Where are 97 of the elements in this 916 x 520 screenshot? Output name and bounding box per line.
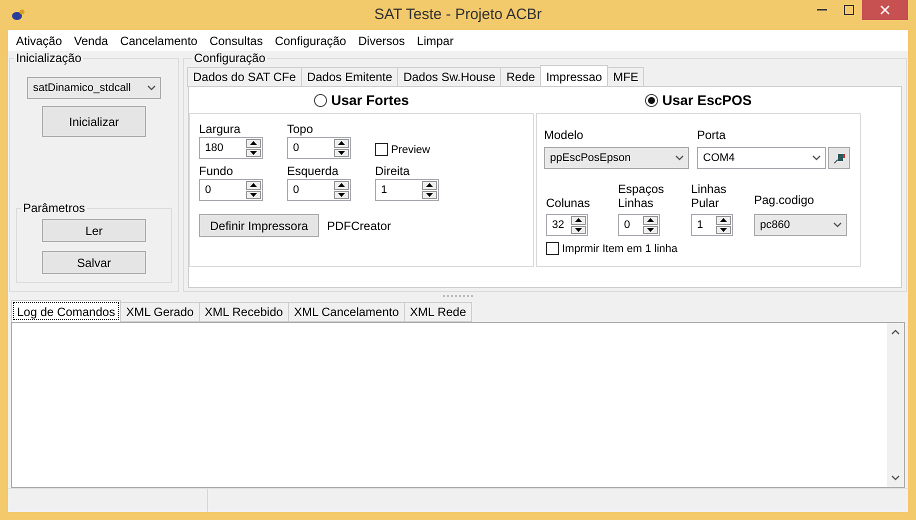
printer-name: PDFCreator: [327, 218, 392, 232]
field-label: Direita: [375, 164, 411, 178]
window-title: SAT Teste - Projeto ACBr: [374, 6, 542, 23]
spin-field[interactable]: 0: [618, 214, 660, 236]
model-dropdown[interactable]: ppEscPosEpson: [544, 147, 689, 169]
menu-item[interactable]: Ativação: [10, 34, 68, 48]
action-button[interactable]: Ler: [42, 219, 146, 242]
spin-field[interactable]: 32: [546, 214, 588, 236]
up-arrow-icon: [338, 141, 345, 146]
spin-down-button[interactable]: [571, 226, 586, 234]
port-settings-button[interactable]: [828, 147, 850, 169]
menu-item[interactable]: Venda: [68, 34, 114, 48]
spin-down-button[interactable]: [643, 226, 658, 234]
checkbox[interactable]: Preview: [375, 143, 465, 156]
spin-field[interactable]: 1: [375, 179, 439, 201]
up-arrow-icon: [250, 183, 257, 188]
up-arrow-icon: [426, 183, 433, 188]
group-title: Configuração: [193, 51, 266, 65]
tab[interactable]: Dados do SAT CFe: [187, 67, 302, 87]
down-arrow-icon: [647, 228, 654, 232]
plug-icon: [832, 151, 846, 165]
tab[interactable]: MFE: [607, 67, 644, 87]
spin-up-button[interactable]: [422, 181, 437, 190]
spin-up-button[interactable]: [246, 181, 261, 190]
field-label: Porta: [697, 128, 727, 142]
spin-down-button[interactable]: [334, 190, 349, 199]
spin-down-button[interactable]: [422, 190, 437, 199]
up-arrow-icon: [647, 218, 654, 222]
initialize-button[interactable]: Inicializar: [42, 106, 146, 137]
library-dropdown[interactable]: satDinamico_stdcall: [27, 77, 161, 99]
dropdown-caret-icon: [147, 85, 156, 91]
field-label: Modelo: [544, 128, 584, 142]
spin-field[interactable]: 1: [691, 214, 733, 236]
tab[interactable]: XML Gerado: [120, 302, 200, 322]
checkbox[interactable]: Imprmir Item em 1 linha: [546, 242, 678, 255]
action-button[interactable]: Salvar: [42, 251, 146, 274]
spin-up-button[interactable]: [643, 216, 658, 224]
spin-up-button[interactable]: [571, 216, 586, 224]
up-arrow-icon: [250, 141, 257, 146]
spin-up-button[interactable]: [716, 216, 731, 224]
field-label: Topo: [287, 122, 314, 136]
app-logo-icon: [11, 8, 25, 22]
down-arrow-icon: [250, 150, 257, 155]
dropdown-caret-icon: [812, 155, 821, 161]
close-icon: [880, 5, 890, 15]
field-label: Esquerda: [287, 164, 340, 178]
menu-item[interactable]: Diversos: [352, 34, 411, 48]
down-arrow-icon: [250, 192, 257, 197]
up-arrow-icon: [338, 183, 345, 188]
spin-down-button[interactable]: [246, 148, 261, 157]
field-label: Espaços Linhas: [618, 182, 666, 210]
tab[interactable]: Log de Comandos: [11, 300, 122, 322]
scroll-up-icon: [891, 329, 900, 335]
dropdown-caret-icon: [833, 222, 842, 228]
radio-button[interactable]: Usar EscPOS: [536, 87, 861, 113]
close-button[interactable]: [862, 0, 908, 20]
field-label: Largura: [199, 122, 242, 136]
down-arrow-icon: [338, 150, 345, 155]
menu-item[interactable]: Cancelamento: [114, 34, 204, 48]
spin-field[interactable]: 180: [199, 137, 263, 159]
scroll-down-icon: [891, 475, 900, 481]
spin-up-button[interactable]: [334, 139, 349, 148]
spin-down-button[interactable]: [334, 148, 349, 157]
down-arrow-icon: [338, 192, 345, 197]
define-printer-button[interactable]: Definir Impressora: [199, 214, 319, 237]
spin-field[interactable]: 0: [287, 179, 351, 201]
tab[interactable]: Impressao: [540, 65, 608, 87]
down-arrow-icon: [720, 228, 727, 232]
code-page-dropdown[interactable]: pc860: [754, 214, 847, 236]
maximize-icon: [844, 5, 854, 15]
up-arrow-icon: [720, 218, 727, 222]
down-arrow-icon: [575, 228, 582, 232]
tab[interactable]: XML Cancelamento: [288, 302, 405, 322]
radio-button[interactable]: Usar Fortes: [189, 87, 534, 113]
down-arrow-icon: [426, 192, 433, 197]
field-label: Pag.codigo: [754, 193, 816, 207]
scrollbar[interactable]: [887, 323, 904, 487]
field-label: Linhas Pular: [691, 182, 728, 210]
port-dropdown[interactable]: COM4: [697, 147, 826, 169]
tab[interactable]: XML Recebido: [198, 302, 289, 322]
menu-item[interactable]: Limpar: [410, 34, 460, 48]
menu-item[interactable]: Consultas: [203, 34, 269, 48]
spin-down-button[interactable]: [246, 190, 261, 199]
minimize-icon: [817, 9, 827, 11]
field-label: Fundo: [199, 164, 234, 178]
spin-up-button[interactable]: [246, 139, 261, 148]
menu-item[interactable]: Configuração: [268, 34, 352, 48]
group-title: Inicialização: [15, 51, 82, 65]
spin-down-button[interactable]: [716, 226, 731, 234]
group-title: Parâmetros: [22, 201, 86, 215]
spin-up-button[interactable]: [334, 181, 349, 190]
spin-field[interactable]: 0: [287, 137, 351, 159]
up-arrow-icon: [575, 218, 582, 222]
dropdown-caret-icon: [675, 155, 684, 161]
tab[interactable]: XML Rede: [404, 302, 472, 322]
field-label: Colunas: [546, 196, 592, 210]
spin-field[interactable]: 0: [199, 179, 263, 201]
